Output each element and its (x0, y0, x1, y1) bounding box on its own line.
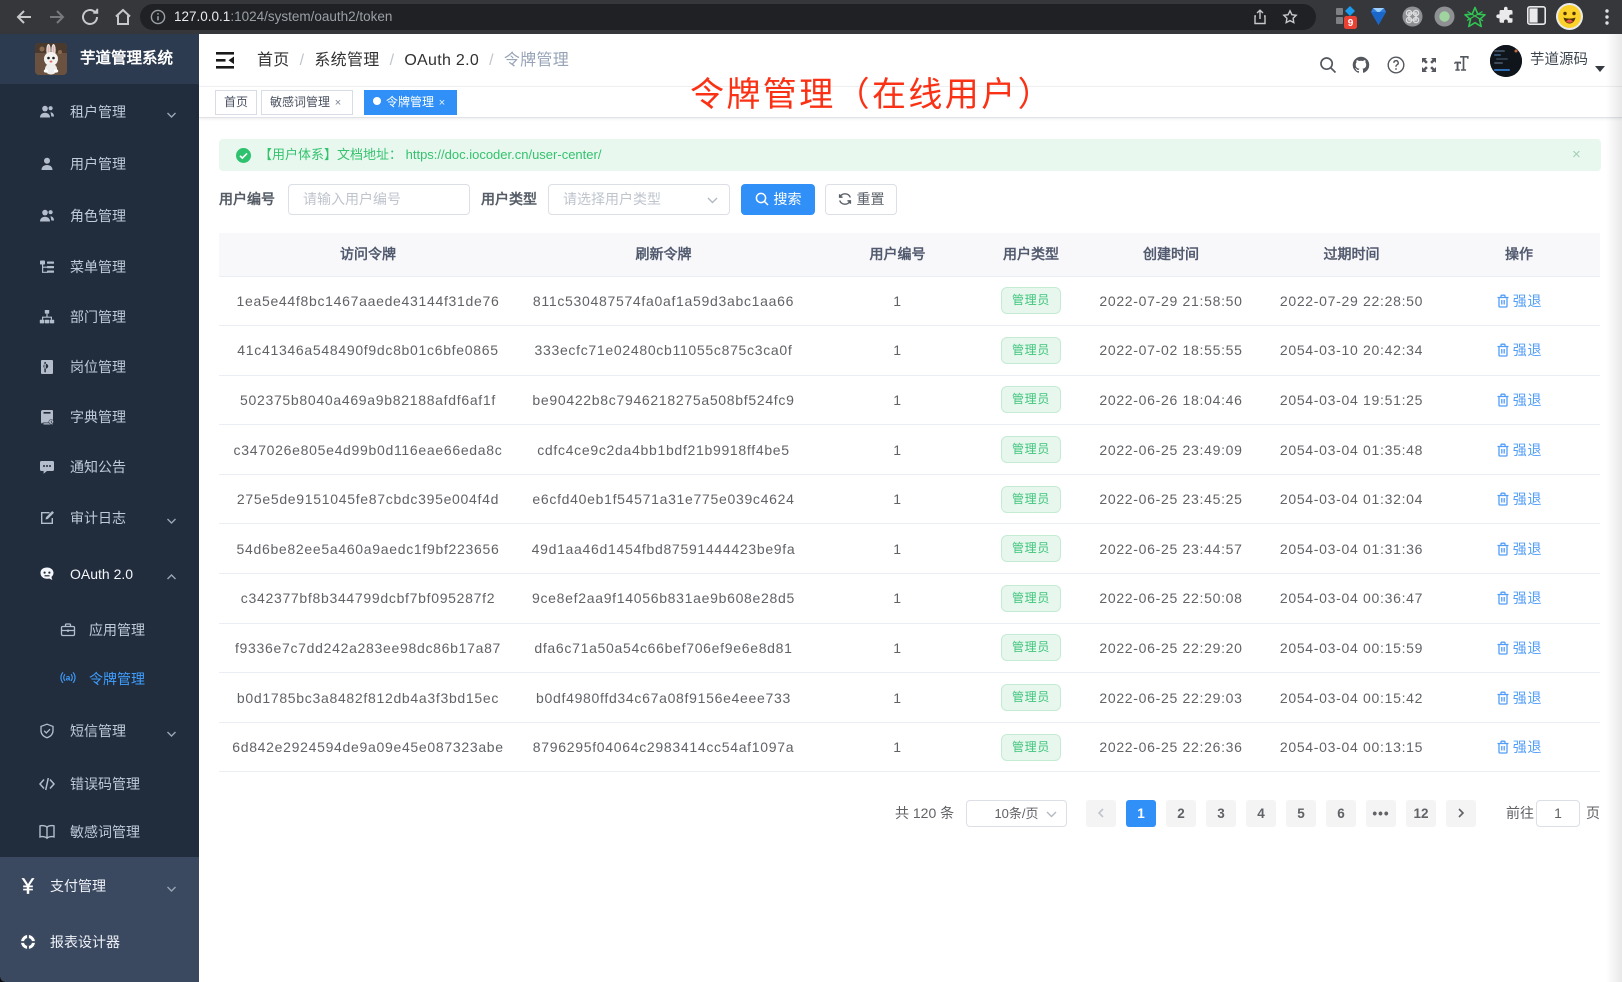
svg-text:a: a (66, 672, 71, 682)
svg-text:9: 9 (1348, 18, 1354, 29)
